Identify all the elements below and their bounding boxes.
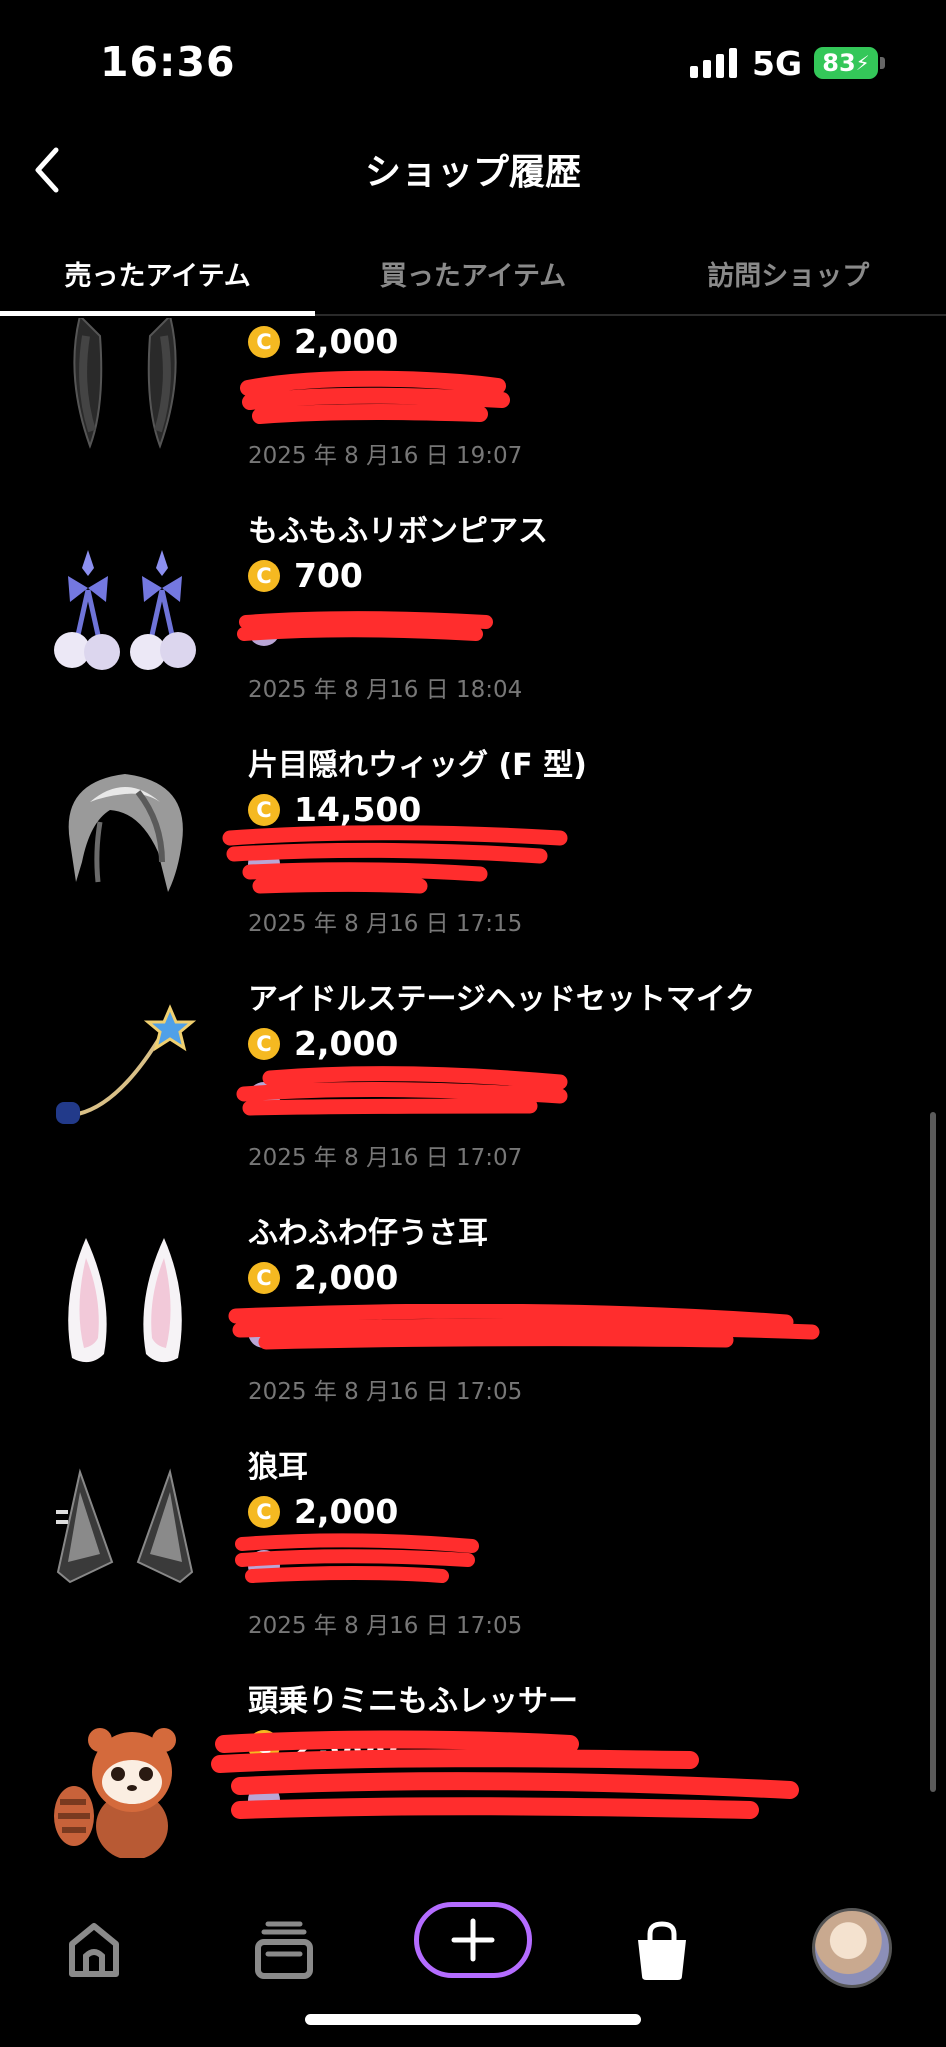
headset-mic-icon	[56, 1004, 197, 1124]
history-list[interactable]: C 2,000 2025 年 8 月16 日 19:07 もふもふリボンピアス …	[0, 318, 946, 1858]
status-bar: 16:36 5G 83 ⚡	[0, 0, 946, 120]
item-name: もふもふリボンピアス	[248, 514, 548, 549]
white-bunny-ears-icon	[68, 1238, 182, 1363]
sale-date: 2025 年 8 月16 日 17:07	[248, 1145, 523, 1171]
battery-icon: 83 ⚡	[814, 47, 878, 79]
home-icon[interactable]	[62, 1918, 126, 1982]
item-name: 片目隠れウィッグ (F 型)	[248, 748, 587, 783]
ribbon-earrings-icon	[54, 550, 196, 670]
redaction-mark	[237, 611, 493, 641]
sale-date: 2025 年 8 月16 日 17:15	[248, 911, 523, 937]
coin-icon: C	[248, 1027, 280, 1060]
redaction-mark	[235, 1533, 479, 1583]
list-item[interactable]: ふわふわ仔うさ耳 C 2,000 2025 年 8 月16 日 17:05	[0, 1192, 946, 1426]
redaction-mark	[211, 1730, 799, 1819]
tab-visited-shops[interactable]: 訪問ショップ	[631, 240, 946, 314]
price-line: C 2,000	[248, 1258, 398, 1297]
tab-sold-items[interactable]: 売ったアイテム	[0, 240, 316, 316]
redaction-mark	[236, 1066, 568, 1116]
redaction-mark	[240, 370, 510, 424]
list-item[interactable]: 片目隠れウィッグ (F 型) C 14,500 2025 年 8 月16 日 1…	[0, 724, 946, 958]
home-indicator	[305, 2014, 641, 2025]
network-label: 5G	[752, 44, 803, 83]
sale-date: 2025 年 8 月16 日 18:04	[248, 677, 523, 703]
item-price: 2,000	[294, 322, 399, 361]
sale-date: 2025 年 8 月16 日 17:05	[248, 1613, 523, 1639]
redaction-mark	[222, 825, 568, 894]
item-price: 700	[294, 556, 363, 595]
item-price: 2,000	[294, 1258, 399, 1297]
page-title: ショップ履歴	[364, 152, 581, 193]
tab-bought-items[interactable]: 買ったアイテム	[315, 240, 630, 314]
item-name: ふわふわ仔うさ耳	[248, 1216, 488, 1251]
coin-icon: C	[248, 559, 280, 592]
coin-icon: C	[248, 793, 280, 826]
tab-bar: 売ったアイテム 買ったアイテム 訪問ショップ	[0, 240, 946, 316]
battery-cap	[880, 57, 885, 69]
sale-date: 2025 年 8 月16 日 17:05	[248, 1379, 523, 1405]
item-name: 狼耳	[248, 1450, 308, 1485]
battery-level: 83	[822, 49, 856, 77]
price-line: C 2,000	[248, 1492, 398, 1531]
item-name: 頭乗りミニもふレッサー	[248, 1684, 578, 1719]
redaction-mark	[228, 1304, 820, 1350]
catalog-icon[interactable]	[252, 1918, 316, 1982]
list-item[interactable]: C 2,000 2025 年 8 月16 日 19:07	[0, 318, 946, 490]
plus-icon	[451, 1918, 495, 1962]
profile-avatar[interactable]	[812, 1908, 892, 1988]
price-line: C 2,000	[248, 322, 398, 361]
red-panda-icon	[54, 1728, 176, 1858]
price-line: C 2,000	[248, 1024, 398, 1063]
wolf-ears-icon	[56, 1468, 194, 1584]
black-bunny-ears-icon	[73, 318, 177, 449]
item-price: 2,000	[294, 1492, 399, 1531]
status-time: 16:36	[100, 38, 236, 86]
list-item[interactable]: もふもふリボンピアス C 700 2025 年 8 月16 日 18:04	[0, 490, 946, 724]
sale-date: 2025 年 8 月16 日 19:07	[248, 443, 523, 469]
create-button[interactable]	[414, 1902, 532, 1978]
coin-icon: C	[248, 325, 280, 358]
item-price: 2,000	[294, 1024, 399, 1063]
shopping-bag-icon[interactable]	[630, 1918, 694, 1982]
coin-icon: C	[248, 1261, 280, 1294]
signal-icon	[690, 48, 737, 78]
item-name: アイドルステージヘッドセットマイク	[248, 982, 756, 1017]
list-item[interactable]: 狼耳 C 2,000 2025 年 8 月16 日 17:05	[0, 1426, 946, 1660]
price-line: C 700	[248, 556, 363, 595]
coin-icon: C	[248, 1495, 280, 1528]
list-item[interactable]: 頭乗りミニもふレッサー C 2,000	[0, 1660, 946, 1858]
list-item[interactable]: アイドルステージヘッドセットマイク C 2,000 2025 年 8 月16 日…	[0, 958, 946, 1192]
silver-wig-icon	[68, 774, 183, 892]
scrollbar[interactable]	[930, 1112, 936, 1792]
